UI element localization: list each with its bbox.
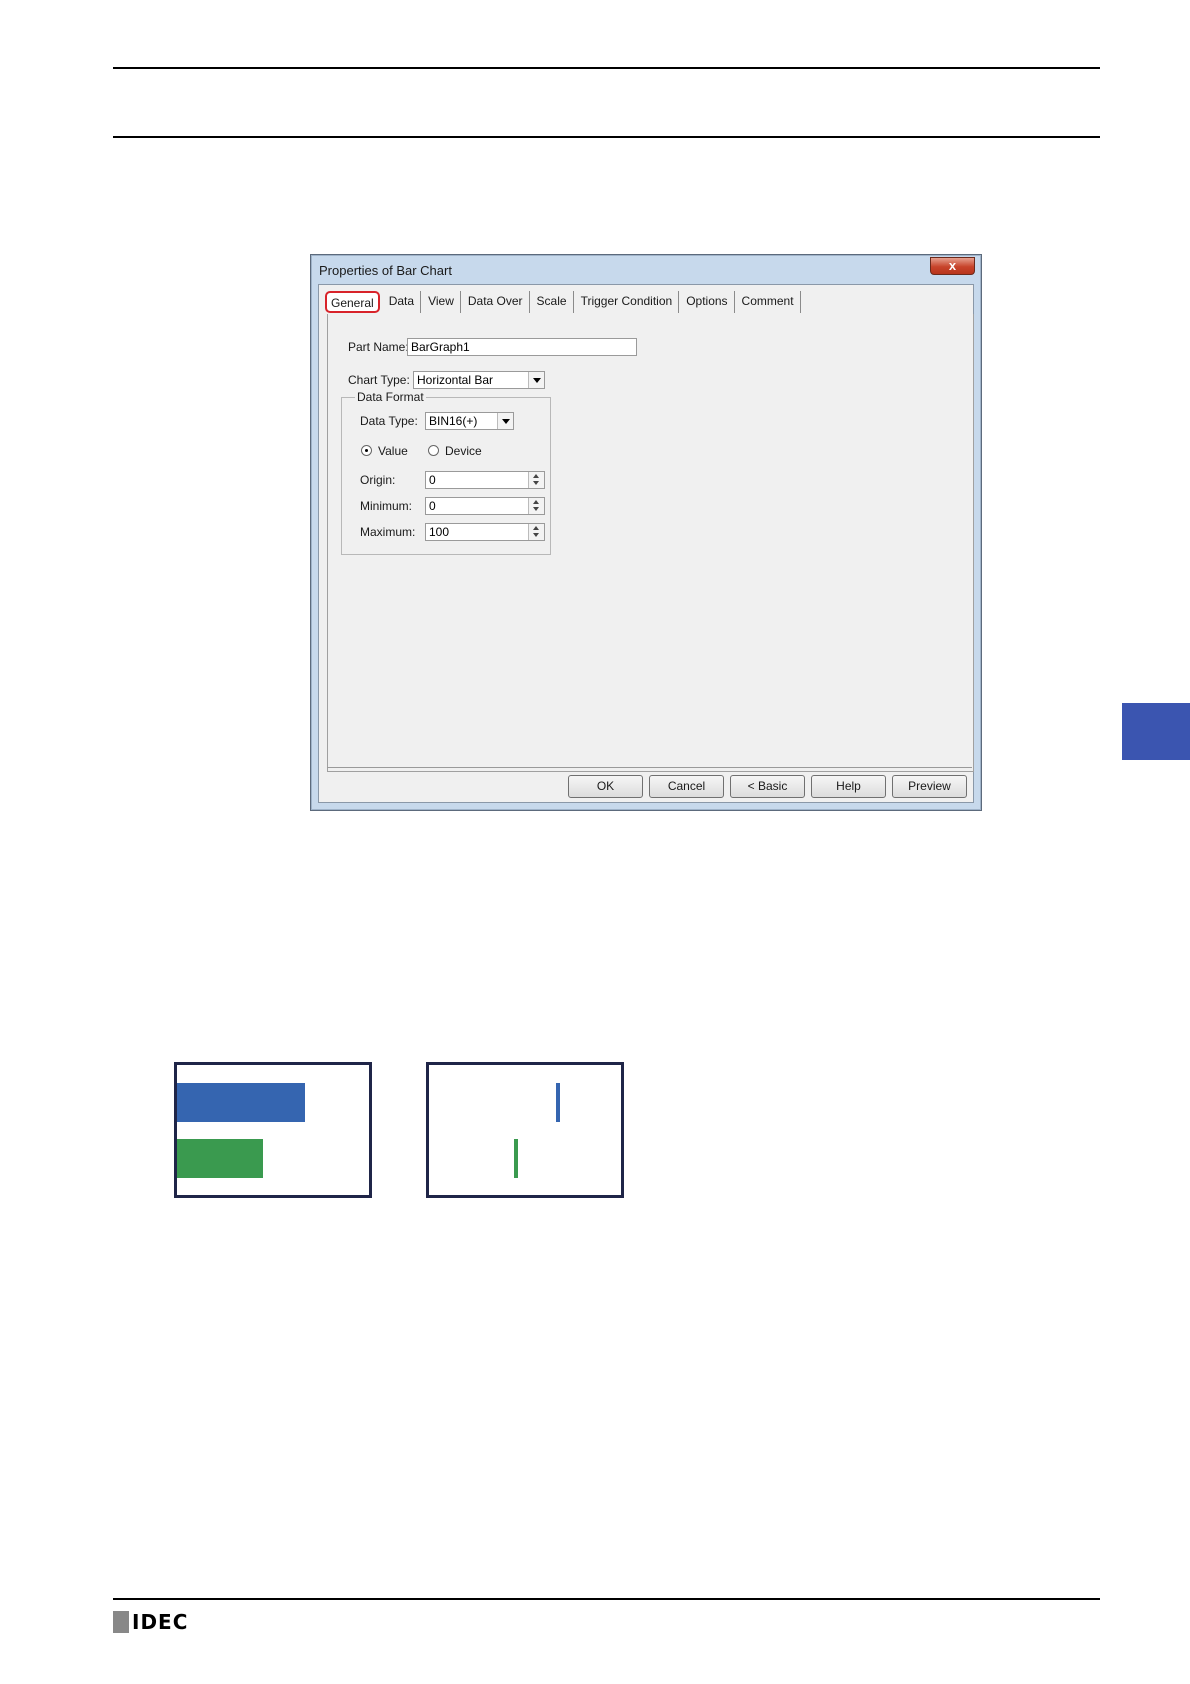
logo-mark: [113, 1611, 129, 1633]
header-bottom-rule: [113, 136, 1100, 138]
chart-type-select[interactable]: Horizontal Bar: [413, 371, 545, 389]
minimum-label: Minimum:: [360, 499, 413, 513]
footer-divider: [327, 767, 972, 768]
footer-rule: [113, 1598, 1100, 1600]
chart-type-value: Horizontal Bar: [417, 373, 494, 387]
green-bar: [177, 1139, 263, 1178]
tab-scale[interactable]: Scale: [530, 291, 574, 313]
origin-input[interactable]: 0: [425, 471, 545, 489]
data-format-legend: Data Format: [355, 390, 426, 404]
tab-comment[interactable]: Comment: [735, 291, 801, 313]
logo-text: IDEC: [132, 1610, 189, 1634]
chevron-down-icon[interactable]: [528, 372, 544, 388]
origin-spinner[interactable]: [528, 472, 544, 488]
tab-view[interactable]: View: [422, 291, 461, 313]
chart-type-label: Chart Type:: [348, 373, 410, 387]
minimum-value: 0: [429, 499, 436, 513]
maximum-spinner[interactable]: [528, 524, 544, 540]
maximum-input[interactable]: 100: [425, 523, 545, 541]
header-top-rule: [113, 67, 1100, 69]
value-radio[interactable]: [361, 445, 372, 456]
data-type-value: BIN16(+): [429, 414, 478, 428]
part-name-input[interactable]: BarGraph1: [407, 338, 637, 356]
sample-marker-chart: [426, 1062, 624, 1198]
tab-options[interactable]: Options: [680, 291, 735, 313]
help-button[interactable]: Help: [811, 775, 886, 798]
properties-dialog: Properties of Bar Chart x General Data V…: [310, 254, 982, 811]
blue-bar: [177, 1083, 305, 1122]
minimum-spinner[interactable]: [528, 498, 544, 514]
dialog-body: General Data View Data Over Scale Trigge…: [318, 284, 974, 803]
maximum-value: 100: [429, 525, 450, 539]
data-type-label: Data Type:: [360, 414, 418, 428]
tab-trigger-condition[interactable]: Trigger Condition: [574, 291, 680, 313]
tab-bar: General Data View Data Over Scale Trigge…: [325, 291, 802, 313]
tab-general[interactable]: General: [325, 291, 380, 313]
chevron-down-icon[interactable]: [497, 413, 513, 429]
tab-data-over[interactable]: Data Over: [461, 291, 530, 313]
part-name-label: Part Name:: [348, 340, 409, 354]
origin-label: Origin:: [360, 473, 396, 487]
basic-button[interactable]: < Basic: [730, 775, 805, 798]
dialog-title: Properties of Bar Chart: [319, 263, 452, 278]
preview-button[interactable]: Preview: [892, 775, 967, 798]
close-button[interactable]: x: [930, 257, 975, 275]
cancel-button[interactable]: Cancel: [649, 775, 724, 798]
minimum-input[interactable]: 0: [425, 497, 545, 515]
chapter-side-tab: [1122, 703, 1190, 760]
ok-button[interactable]: OK: [568, 775, 643, 798]
data-type-select[interactable]: BIN16(+): [425, 412, 514, 430]
device-radio-label: Device: [445, 444, 482, 458]
origin-value: 0: [429, 473, 436, 487]
green-marker: [514, 1139, 518, 1178]
blue-marker: [556, 1083, 560, 1122]
maximum-label: Maximum:: [360, 525, 416, 539]
value-radio-label: Value: [378, 444, 408, 458]
tab-data[interactable]: Data: [382, 291, 422, 313]
idec-logo: IDEC: [113, 1610, 189, 1634]
device-radio[interactable]: [428, 445, 439, 456]
sample-bar-chart: [174, 1062, 372, 1198]
